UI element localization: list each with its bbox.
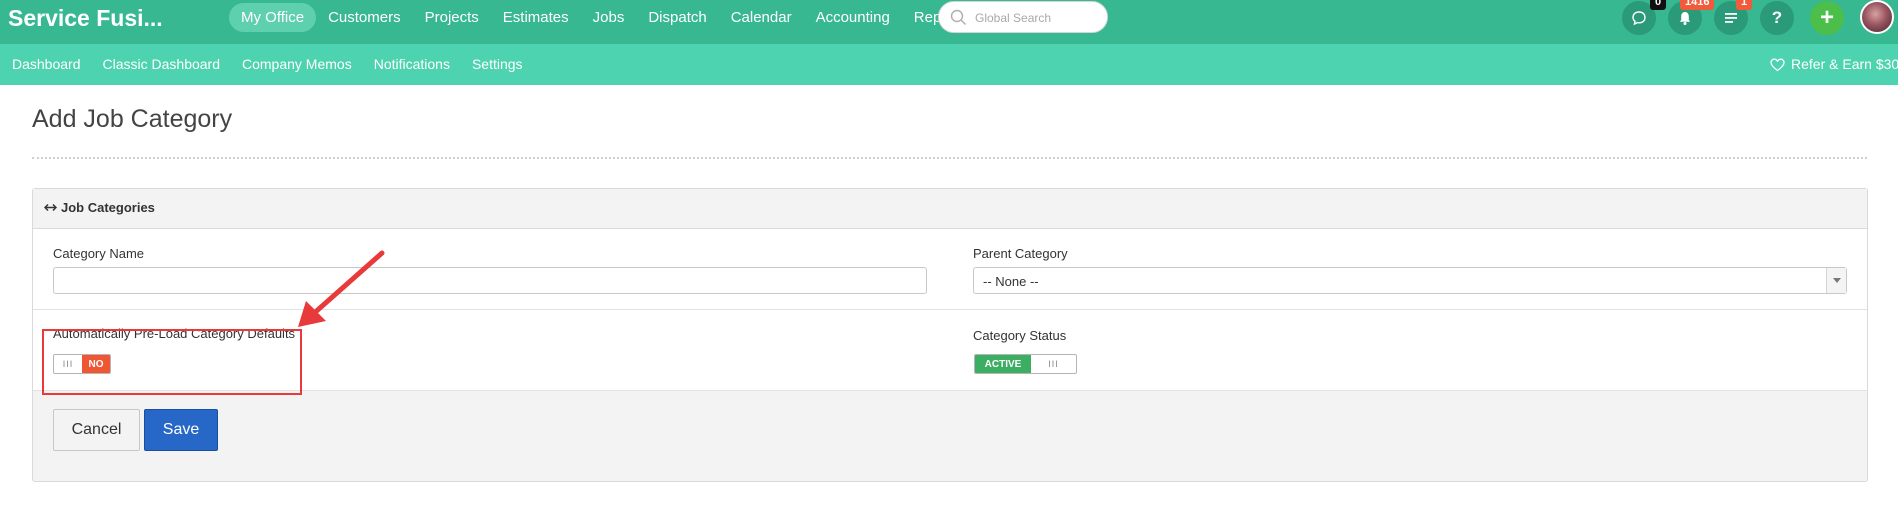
sub-navbar: Dashboard Classic Dashboard Company Memo… — [0, 44, 1898, 85]
tasks-button[interactable]: 1 — [1714, 0, 1753, 35]
subnav-company-memos[interactable]: Company Memos — [242, 44, 352, 85]
help-button[interactable]: ? — [1760, 1, 1794, 35]
parent-category-value: -- None -- — [983, 274, 1039, 289]
add-button[interactable]: + — [1810, 1, 1844, 35]
subnav-dashboard[interactable]: Dashboard — [12, 44, 81, 85]
nav-customers[interactable]: Customers — [316, 3, 413, 32]
toggle-state-active: ACTIVE — [975, 355, 1031, 373]
top-navbar: Service Fusi... My Office Customers Proj… — [0, 0, 1898, 44]
select-arrow — [1826, 268, 1846, 293]
subnav-notifications[interactable]: Notifications — [374, 44, 450, 85]
save-button[interactable]: Save — [144, 409, 218, 451]
page-title: Add Job Category — [32, 105, 233, 133]
category-status-toggle[interactable]: ACTIVE III — [974, 354, 1077, 374]
category-name-input[interactable] — [53, 267, 927, 294]
notifications-badge: 1416 — [1680, 0, 1715, 10]
tasks-badge: 1 — [1736, 0, 1753, 10]
main-nav: My Office Customers Projects Estimates J… — [229, 3, 978, 32]
parent-category-label: Parent Category — [973, 246, 1068, 261]
global-search-input[interactable] — [975, 8, 1100, 28]
question-icon: ? — [1771, 8, 1783, 27]
list-icon — [1725, 13, 1737, 23]
job-categories-panel: Job Categories Category Name Parent Cate… — [32, 188, 1868, 482]
nav-dispatch[interactable]: Dispatch — [636, 3, 718, 32]
category-status-label: Category Status — [973, 328, 1067, 343]
annotation-highlight-box — [42, 329, 302, 395]
subnav-classic-dashboard[interactable]: Classic Dashboard — [103, 44, 221, 85]
plus-icon: + — [1819, 4, 1834, 31]
chat-bubble-icon — [1632, 11, 1646, 26]
brand-logo[interactable]: Service Fusi... — [8, 4, 163, 32]
search-icon — [950, 9, 967, 26]
panel-header: Job Categories — [33, 189, 1867, 229]
refer-earn-link[interactable]: Refer & Earn $300 — [1770, 44, 1898, 85]
bell-icon — [1679, 12, 1691, 25]
cancel-button[interactable]: Cancel — [53, 409, 140, 451]
panel-title: Job Categories — [44, 200, 155, 215]
nav-my-office[interactable]: My Office — [229, 3, 317, 32]
chat-button[interactable]: 0 — [1622, 0, 1667, 35]
parent-category-select[interactable]: -- None -- — [973, 267, 1847, 294]
nav-jobs[interactable]: Jobs — [581, 3, 637, 32]
global-search — [938, 1, 1108, 33]
title-divider — [32, 157, 1867, 159]
category-name-label: Category Name — [53, 246, 145, 261]
avatar[interactable] — [1860, 0, 1894, 34]
subnav-settings[interactable]: Settings — [472, 44, 523, 85]
notifications-button[interactable]: 1416 — [1668, 0, 1715, 35]
caret-down-icon — [1832, 278, 1841, 283]
toggle-grip: III — [1048, 359, 1059, 369]
horizontal-arrows-icon — [44, 203, 57, 212]
refer-earn-label: Refer & Earn $300 — [1791, 56, 1898, 72]
chat-badge: 0 — [1650, 0, 1667, 10]
nav-accounting[interactable]: Accounting — [804, 3, 902, 32]
nav-estimates[interactable]: Estimates — [491, 3, 581, 32]
form-actions: Cancel Save — [33, 391, 1867, 471]
heart-icon — [1770, 58, 1785, 71]
nav-projects[interactable]: Projects — [413, 3, 491, 32]
panel-title-label: Job Categories — [61, 200, 155, 215]
annotation-arrow-icon — [298, 250, 385, 327]
sub-nav: Dashboard Classic Dashboard Company Memo… — [12, 44, 545, 85]
nav-calendar[interactable]: Calendar — [719, 3, 804, 32]
